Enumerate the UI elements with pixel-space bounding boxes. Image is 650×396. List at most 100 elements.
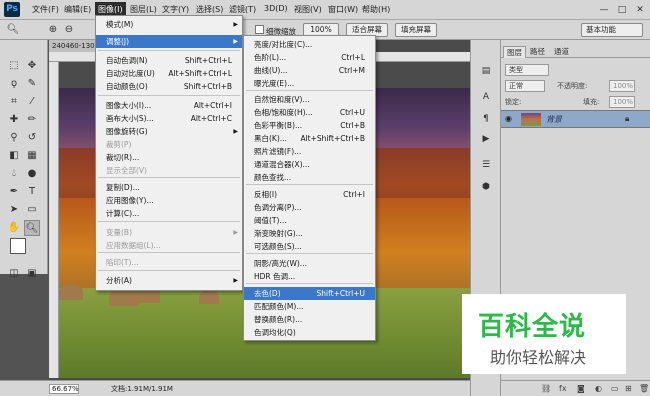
menu-edit[interactable]: 编辑(E)	[64, 4, 91, 15]
brush-tool-icon[interactable]: ✏	[24, 112, 40, 128]
blur-tool-icon[interactable]: 💧︎	[6, 166, 22, 182]
new-layer-icon[interactable]: ⊞	[625, 384, 632, 393]
paragraph-panel-icon[interactable]: ¶	[479, 112, 493, 126]
adjust-menu-item[interactable]: HDR 色调...	[244, 270, 375, 283]
image-menu-item[interactable]: 分析(A) ▶	[96, 274, 242, 287]
scrubby-zoom-checkbox[interactable]	[255, 25, 264, 34]
fill-field[interactable]: 100%	[609, 96, 635, 108]
adjust-menu-item[interactable]: 色调均化(Q)	[244, 326, 375, 339]
tab-paths[interactable]: 路径	[527, 46, 548, 58]
menu-view[interactable]: 视图(V)	[294, 4, 322, 15]
menu-file[interactable]: 文件(F)	[32, 4, 59, 15]
adjust-menu-item[interactable]: 可选颜色(S)...	[244, 240, 375, 253]
zoom-in-icon[interactable]: ⊕	[46, 23, 60, 37]
adjust-menu-item[interactable]: 阈值(T)...	[244, 214, 375, 227]
pen-tool-icon[interactable]: ✒	[6, 184, 22, 200]
menu-type[interactable]: 文字(Y)	[162, 4, 189, 15]
adjust-menu-item[interactable]: 匹配颜色(M)...	[244, 300, 375, 313]
zoom-out-icon[interactable]: ⊖	[62, 23, 76, 37]
crop-tool-icon[interactable]: ⌗	[6, 94, 22, 110]
quick-mask-icon[interactable]: ◫	[6, 266, 22, 282]
menu-window[interactable]: 窗口(W)	[328, 4, 358, 15]
adjust-menu-item[interactable]: 色彩平衡(B)... Ctrl+B	[244, 119, 375, 132]
menu-help[interactable]: 帮助(H)	[362, 4, 390, 15]
adjustment-layer-icon[interactable]: ◐	[595, 384, 602, 393]
image-menu-item[interactable]: 应用图像(Y)...	[96, 194, 242, 207]
document-tab[interactable]: 240460-1303	[49, 40, 99, 52]
character-panel-icon[interactable]: A	[479, 90, 493, 104]
move-tool-icon[interactable]: ✥	[24, 58, 40, 74]
adjust-menu-item[interactable]: 亮度/对比度(C)...	[244, 38, 375, 51]
adjust-menu-item[interactable]: 反相(I) Ctrl+I	[244, 188, 375, 201]
adjust-menu-item[interactable]: 曲线(U)... Ctrl+M	[244, 64, 375, 77]
layer-row-background[interactable]: ◉ 背景 🔒︎	[501, 110, 650, 128]
image-menu-item[interactable]: 复制(D)...	[96, 181, 242, 194]
adjust-menu-item[interactable]: 色相/饱和度(H)... Ctrl+U	[244, 106, 375, 119]
adjust-menu-item[interactable]: 通道混合器(X)...	[244, 158, 375, 171]
menu-filter[interactable]: 滤镜(T)	[229, 4, 256, 15]
foreground-color-swatch[interactable]	[10, 238, 26, 254]
fill-screen-button[interactable]: 填充屏幕	[395, 23, 437, 37]
marquee-tool-icon[interactable]: ⬚	[6, 58, 22, 74]
zoom-tool-icon[interactable]: 🔍︎	[6, 23, 20, 37]
minimize-icon[interactable]: —	[598, 5, 610, 15]
healing-brush-icon[interactable]: ✚	[6, 112, 22, 128]
close-icon[interactable]: ✕	[634, 5, 646, 15]
fx-icon[interactable]: fx	[559, 384, 567, 393]
add-mask-icon[interactable]: ◙	[577, 384, 585, 393]
3d-panel-icon[interactable]: ⬢	[479, 180, 493, 194]
maximize-icon[interactable]: □	[616, 5, 628, 15]
tab-layers[interactable]: 图层	[503, 46, 526, 58]
gradient-tool-icon[interactable]: ▦	[24, 148, 40, 164]
adjust-menu-item[interactable]: 色阶(L)... Ctrl+L	[244, 51, 375, 64]
image-menu-item[interactable]: 图像大小(I)... Alt+Ctrl+I	[96, 99, 242, 112]
screen-mode-icon[interactable]: ▣	[24, 266, 40, 282]
adjust-menu-item[interactable]: 自然饱和度(V)...	[244, 93, 375, 106]
history-brush-icon[interactable]: ↺	[24, 130, 40, 146]
blend-mode-select[interactable]: 正常	[505, 80, 545, 92]
shape-tool-icon[interactable]: ▭	[24, 202, 40, 218]
play-actions-icon[interactable]: ▶	[479, 132, 493, 146]
properties-panel-icon[interactable]: ☰	[479, 158, 493, 172]
zoom-level-field[interactable]: 66.67%	[49, 384, 79, 394]
adjust-menu-item[interactable]: 颜色查找...	[244, 171, 375, 184]
image-menu-item[interactable]: 裁切(R)...	[96, 151, 242, 164]
image-menu-item[interactable]: 自动色调(N) Shift+Ctrl+L	[96, 54, 242, 67]
path-select-icon[interactable]: ➤	[6, 202, 22, 218]
image-menu-item[interactable]: 自动颜色(O) Shift+Ctrl+B	[96, 80, 242, 93]
eraser-tool-icon[interactable]: ◧	[6, 148, 22, 164]
image-menu-item[interactable]: 自动对比度(U) Alt+Shift+Ctrl+L	[96, 67, 242, 80]
adjust-menu-item[interactable]: 黑白(K)... Alt+Shift+Ctrl+B	[244, 132, 375, 145]
adjust-menu-item[interactable]: 曝光度(E)...	[244, 77, 375, 90]
workspace-select[interactable]: 基本功能	[581, 23, 643, 37]
adjust-menu-item[interactable]: 替换颜色(R)...	[244, 313, 375, 326]
eye-visibility-icon[interactable]: ◉	[505, 114, 515, 124]
menu-3d[interactable]: 3D(D)	[264, 4, 288, 13]
quick-select-tool-icon[interactable]: ✎	[24, 76, 40, 92]
clone-stamp-icon[interactable]: ⚲	[6, 130, 22, 146]
image-menu-item[interactable]: 模式(M) ▶	[96, 18, 242, 31]
adjust-menu-item[interactable]: 照片滤镜(F)...	[244, 145, 375, 158]
image-menu-item[interactable]: 计算(C)...	[96, 207, 242, 220]
layer-filter-select[interactable]: 类型	[505, 64, 549, 76]
lasso-tool-icon[interactable]: ϙ	[6, 76, 22, 92]
image-menu-item[interactable]: 图像旋转(G) ▶	[96, 125, 242, 138]
opacity-field[interactable]: 100%	[609, 80, 635, 92]
image-menu-item[interactable]: 画布大小(S)... Alt+Ctrl+C	[96, 112, 242, 125]
history-panel-icon[interactable]: ▤	[479, 64, 493, 78]
menu-select[interactable]: 选择(S)	[196, 4, 223, 15]
new-group-icon[interactable]: ▭	[611, 384, 619, 393]
menu-layer[interactable]: 图层(L)	[130, 4, 157, 15]
dodge-tool-icon[interactable]: ●	[24, 166, 40, 182]
tab-channels[interactable]: 通道	[551, 46, 572, 58]
zoom-tool-selected-icon[interactable]: 🔍︎	[24, 220, 40, 236]
hand-tool-icon[interactable]: ✋	[6, 220, 22, 236]
adjust-menu-item[interactable]: 色调分离(P)...	[244, 201, 375, 214]
adjust-menu-item[interactable]: 去色(D) Shift+Ctrl+U	[244, 287, 375, 300]
adjust-menu-item[interactable]: 阴影/高光(W)...	[244, 257, 375, 270]
delete-layer-icon[interactable]: 🗑︎	[639, 384, 649, 393]
image-menu-item[interactable]: 调整(J) ▶	[96, 35, 242, 48]
adjust-menu-item[interactable]: 渐变映射(G)...	[244, 227, 375, 240]
eyedropper-tool-icon[interactable]: ⁄	[24, 94, 40, 110]
type-tool-icon[interactable]: T	[24, 184, 40, 200]
